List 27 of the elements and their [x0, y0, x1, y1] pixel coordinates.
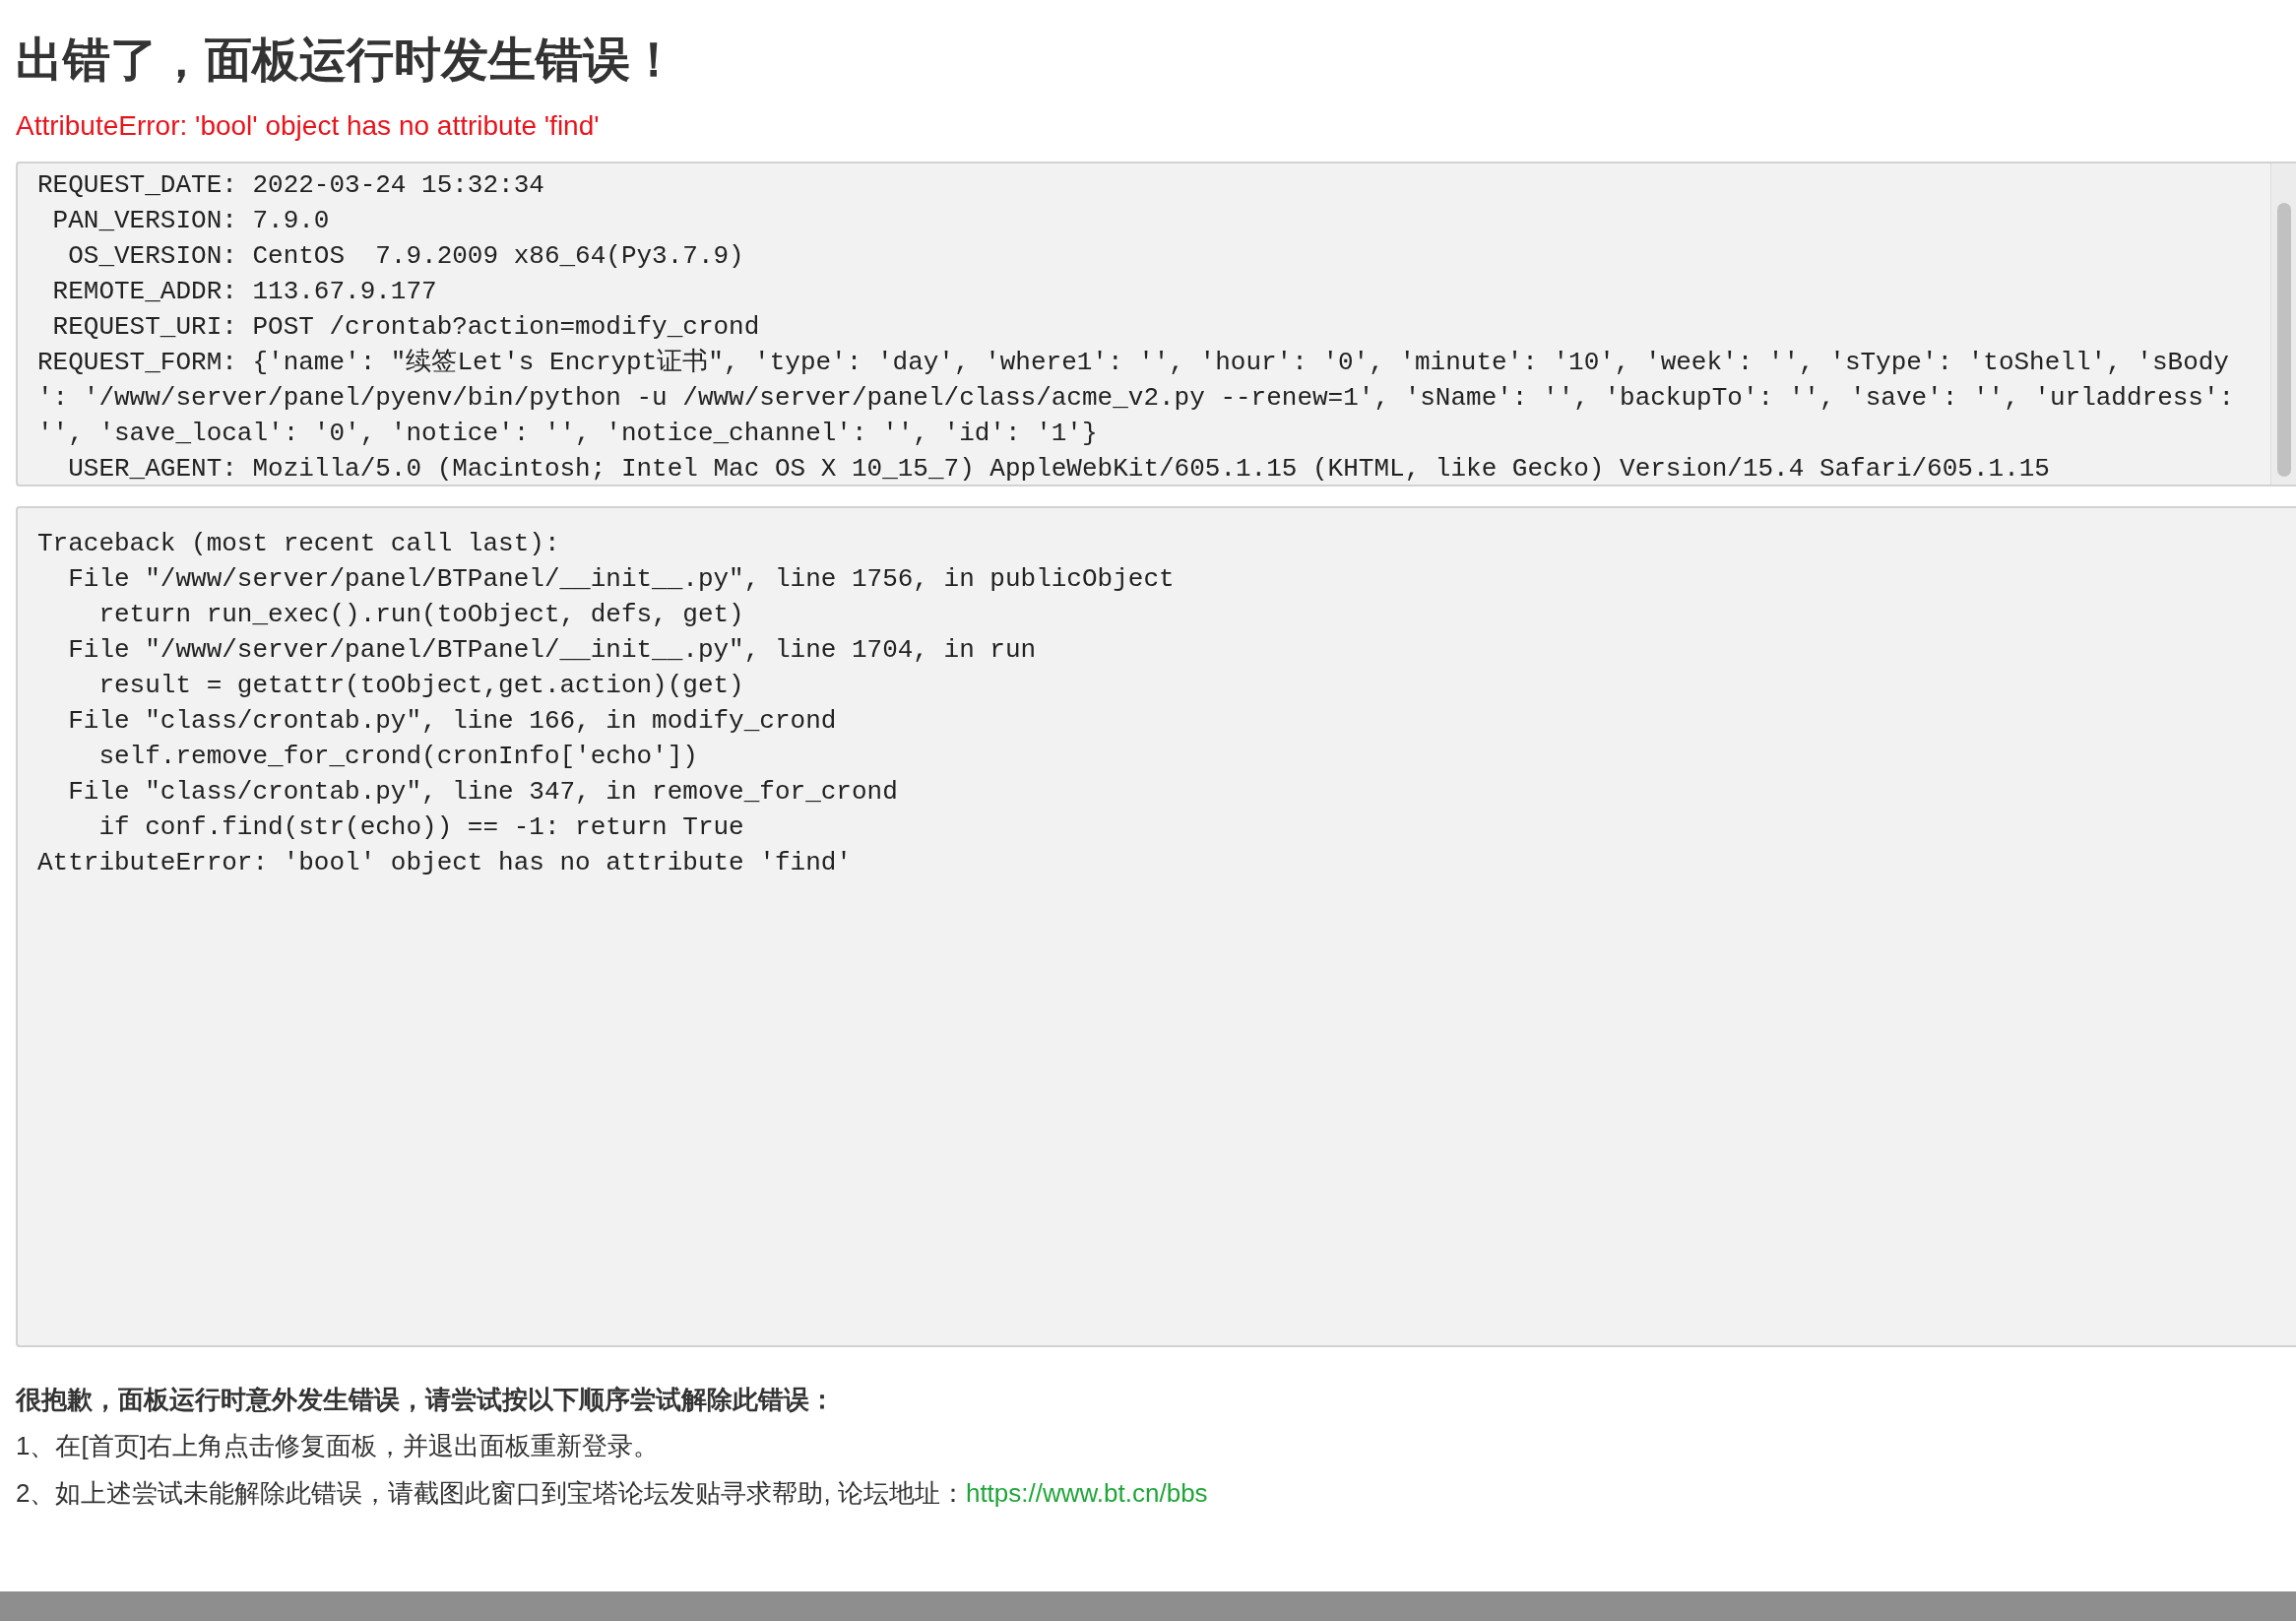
code-line: File "class/crontab.py", line 166, in modify_crond [67, 705, 837, 738]
code-line: ': '/www/server/panel/pyenv/bin/python -u /www/server/panel/class/acme_v2.py --renew=1', 'sName': '', 'backupTo': '', 'save': '', 'urladdress': [37, 382, 2235, 415]
code-line: AttributeError: 'bool' object has no attribute 'find' [37, 847, 852, 879]
help-title: 很抱歉，面板运行时意外发生错误，请尝试按以下顺序尝试解除此错误： [16, 1384, 835, 1416]
code-line: result = getattr(toObject,get.action)(get) [97, 670, 744, 702]
code-line: File "/www/server/panel/BTPanel/__init__.py", line 1704, in run [67, 634, 1037, 667]
forum-link[interactable]: https://www.bt.cn/bbs [965, 1478, 1208, 1508]
help-step: 1、在[首页]右上角点击修复面板，并退出面板重新登录。 [16, 1422, 659, 1469]
help-step: 2、如上述尝试未能解除此错误，请截图此窗口到宝塔论坛发贴寻求帮助, 论坛地址：https://www.bt.cn/bbs [16, 1469, 1208, 1517]
code-line: REQUEST_FORM: {'name': "续签Let's Encrypt证书", 'type': 'day', 'where1': '', 'hour': '0', 'minute': '10', 'week': '', 'sType': 'toShell', 'sBody [37, 347, 2229, 379]
page-heading: 出错了，面板运行时发生错误！ [16, 32, 677, 88]
code-line: if conf.find(str(echo)) == -1: return True [97, 811, 744, 844]
code-line: self.remove_for_crond(cronInfo['echo']) [97, 741, 698, 773]
code-line: PAN_VERSION: 7.9.0 [51, 205, 330, 237]
scrollbar-thumb[interactable] [2276, 203, 2291, 477]
code-line: Traceback (most recent call last): [37, 528, 560, 560]
code-line: File "class/crontab.py", line 347, in remove_for_crond [67, 776, 898, 809]
code-line: File "/www/server/panel/BTPanel/__init__.py", line 1756, in publicObject [67, 563, 1175, 596]
code-line: REMOTE_ADDR: 113.67.9.177 [51, 276, 437, 308]
code-line: return run_exec().run(toObject, defs, get) [97, 599, 744, 631]
code-line: '', 'save_local': '0', 'notice': '', 'notice_channel': '', 'id': '1'} [37, 418, 1098, 450]
code-line: USER_AGENT: Mozilla/5.0 (Macintosh; Intel Mac OS X 10_15_7) AppleWebKit/605.1.15 (KHTML, like Gecko) Version/15.4 Safari/605.1.15 [67, 453, 2050, 485]
code-line: OS_VERSION: CentOS 7.9.2009 x86_64(Py3.7.9) [67, 240, 744, 273]
scrollbar[interactable] [2270, 163, 2296, 485]
code-line: REQUEST_URI: POST /crontab?action=modify_crond [51, 311, 760, 344]
error-message: AttributeError: 'bool' object has no attribute 'find' [16, 109, 600, 143]
code-line: REQUEST_DATE: 2022-03-24 15:32:34 [37, 169, 544, 202]
